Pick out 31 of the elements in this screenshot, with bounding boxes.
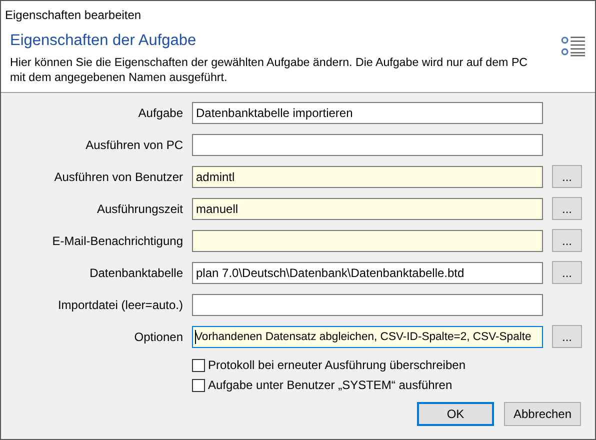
field-label: Optionen <box>133 330 183 344</box>
checkbox[interactable] <box>192 358 205 372</box>
checkbox-label: Protokoll bei erneuter Ausführung überschreiben <box>208 358 466 372</box>
checkbox-label: Aufgabe unter Benutzer „SYSTEM“ ausführen <box>208 378 452 392</box>
input-field[interactable] <box>192 294 543 316</box>
input-field[interactable]: Vorhandenen Datensatz abgleichen, CSV-ID-Spalte=2, CSV-Spalte <box>192 326 543 348</box>
input-field[interactable] <box>192 230 543 252</box>
input-field[interactable] <box>192 134 543 156</box>
browse-button[interactable]: ... <box>552 325 582 348</box>
field-label: Aufgabe <box>137 106 183 120</box>
checkbox[interactable] <box>192 378 205 392</box>
cancel-button[interactable]: Abbrechen <box>504 402 581 426</box>
browse-button[interactable]: ... <box>552 165 582 188</box>
ok-button[interactable]: OK <box>417 402 494 426</box>
browse-button[interactable]: ... <box>552 229 582 252</box>
field-label: Ausführen von PC <box>84 138 183 152</box>
input-field[interactable]: plan 7.0\Deutsch\Datenbank\Datenbanktabelle.btd <box>192 262 543 284</box>
description-text: Hier können Sie die Eigenschaften der gewählten Aufgabe ändern. Die Aufgabe wird nur auf dem PC mit dem angegebenen Namen ausgeführt. <box>10 55 529 85</box>
dialog-heading: Eigenschaften der Aufgabe <box>10 32 198 50</box>
input-field[interactable]: admintl <box>192 166 543 188</box>
window-title: Eigenschaften bearbeiten <box>5 8 142 22</box>
browse-button[interactable]: ... <box>552 197 582 220</box>
browse-button[interactable]: ... <box>552 261 582 284</box>
field-label: Ausführen von Benutzer <box>53 170 183 184</box>
input-field[interactable]: Datenbanktabelle importieren <box>192 102 543 124</box>
field-label: Datenbanktabelle <box>88 266 183 280</box>
field-label: Importdatei (leer=auto.) <box>56 298 183 312</box>
field-label: E-Mail-Benachrichtigung <box>51 234 183 248</box>
list-icon <box>561 35 586 57</box>
field-label: Ausführungszeit <box>96 202 183 216</box>
input-field[interactable]: manuell <box>192 198 543 220</box>
